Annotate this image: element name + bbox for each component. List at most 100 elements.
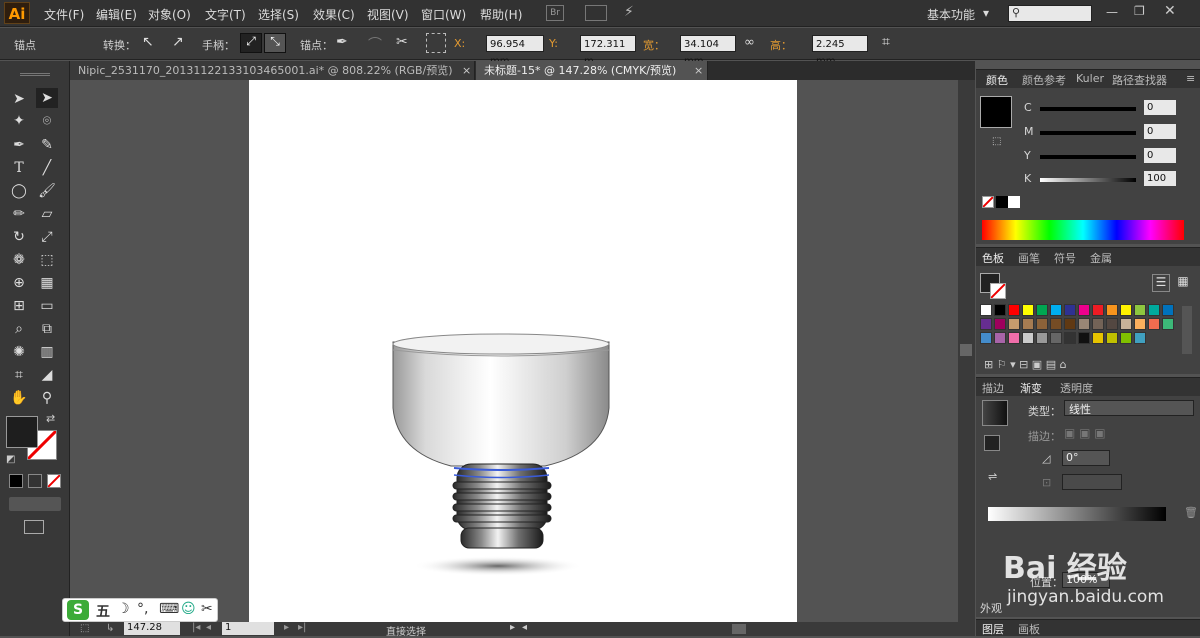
color-swatch[interactable] (1050, 332, 1062, 344)
none-color-icon[interactable] (982, 196, 994, 208)
menu-view[interactable]: 视图(V) (367, 6, 409, 23)
color-swatch[interactable] (1036, 318, 1048, 330)
list-view-icon[interactable]: ☰ (1152, 274, 1170, 292)
tab-gradient[interactable]: 渐变 (1020, 380, 1042, 396)
status-menu-icon[interactable]: ▸ (510, 622, 515, 633)
artboard-tool-icon[interactable]: ⌗ (8, 365, 30, 385)
close-icon[interactable]: ✕ (1164, 3, 1176, 19)
color-swatch[interactable] (1120, 304, 1132, 316)
hand-tool-icon[interactable]: ✋ (8, 388, 30, 408)
color-swatch[interactable] (1064, 304, 1076, 316)
ime-user-icon[interactable]: ☺ (181, 601, 196, 617)
menu-effect[interactable]: 效果(C) (313, 6, 355, 23)
tab-color-guide[interactable]: 颜色参考 (1022, 72, 1066, 88)
line-tool-icon[interactable]: ╱ (36, 158, 58, 178)
bridge-button[interactable]: Br (546, 5, 564, 21)
cut-path-icon[interactable]: ✂ (396, 34, 408, 50)
color-swatch[interactable] (1134, 318, 1146, 330)
slider-k[interactable] (1040, 178, 1136, 182)
color-swatch[interactable] (980, 332, 992, 344)
color-swatch[interactable] (1148, 318, 1160, 330)
show-handles-icon[interactable]: ⤢ (240, 33, 262, 53)
mesh-tool-icon[interactable]: ⊞ (8, 296, 30, 316)
ime-fullwidth-icon[interactable]: ☽ (117, 601, 130, 617)
zoom-menu-icon[interactable]: ↳ (106, 623, 114, 634)
menu-edit[interactable]: 编辑(E) (96, 6, 137, 23)
symbol-sprayer-tool-icon[interactable]: ✺ (8, 342, 30, 362)
color-swatch[interactable] (980, 304, 992, 316)
first-artboard-icon[interactable]: |◂ (192, 622, 200, 633)
tab-brushes[interactable]: 画笔 (1018, 250, 1040, 266)
eraser-tool-icon[interactable]: ▱ (36, 204, 58, 224)
ime-logo-icon[interactable]: S (67, 600, 89, 620)
color-swatch[interactable] (1036, 304, 1048, 316)
tab-color[interactable]: 颜色 (986, 72, 1008, 88)
rotate-tool-icon[interactable]: ↻ (8, 227, 30, 247)
tab-close-icon[interactable]: × (694, 61, 703, 80)
none-mode-icon[interactable] (47, 474, 61, 488)
height-field[interactable]: 2.245 mm (812, 35, 868, 67)
color-swatch[interactable] (1092, 304, 1104, 316)
blend-tool-icon[interactable]: ⧉ (36, 319, 58, 339)
slider-m[interactable] (1040, 131, 1136, 135)
pencil-tool-icon[interactable]: ✏ (8, 204, 30, 224)
tab-swatches[interactable]: 色板 (982, 250, 1004, 266)
color-swatch[interactable] (1050, 318, 1062, 330)
lamp-socket-artwork[interactable] (249, 80, 797, 622)
prev-artboard-icon[interactable]: ◂ (206, 622, 211, 633)
panel-menu-icon[interactable]: ≡ (1186, 72, 1195, 85)
color-swatch[interactable] (1078, 332, 1090, 344)
color-spectrum[interactable] (982, 220, 1184, 240)
color-swatch[interactable] (1106, 332, 1118, 344)
color-swatch[interactable] (1092, 318, 1104, 330)
channel-y-value[interactable]: 0 (1144, 148, 1176, 163)
tab-close-icon[interactable]: × (462, 61, 471, 80)
color-swatch[interactable] (1106, 318, 1118, 330)
color-swatch[interactable] (1022, 304, 1034, 316)
white-color-icon[interactable] (1008, 196, 1020, 208)
search-input[interactable] (1008, 5, 1092, 22)
menu-window[interactable]: 窗口(W) (421, 6, 466, 23)
color-swatch[interactable] (1022, 318, 1034, 330)
channel-k-value[interactable]: 100 (1144, 171, 1176, 186)
direct-selection-tool-icon[interactable]: ➤ (36, 88, 58, 108)
color-swatch[interactable] (1008, 318, 1020, 330)
gpu-performance-icon[interactable]: ⚡ (624, 4, 644, 22)
ime-settings-icon[interactable]: ✂ (201, 601, 213, 617)
gradient-tool-icon[interactable]: ▭ (36, 296, 58, 316)
color-swatch[interactable] (1064, 332, 1076, 344)
last-artboard-icon[interactable]: ▸| (298, 622, 306, 633)
hide-handles-icon[interactable]: ⤡ (264, 33, 286, 53)
tab-transparency[interactable]: 透明度 (1060, 380, 1093, 396)
minimize-icon[interactable]: — (1106, 5, 1118, 19)
artboard[interactable] (249, 80, 797, 622)
curvature-tool-icon[interactable]: ✎ (36, 135, 58, 155)
color-swatch[interactable] (1162, 318, 1174, 330)
color-swatch[interactable] (1008, 304, 1020, 316)
artboard-number-field[interactable]: 1 (222, 622, 274, 635)
black-color-icon[interactable] (996, 196, 1008, 208)
zoom-tool-icon[interactable]: ⚲ (36, 388, 58, 408)
color-swatch[interactable] (1036, 332, 1048, 344)
vertical-scrollbar[interactable] (958, 80, 975, 622)
screen-mode-icon[interactable] (24, 520, 44, 534)
workspace-switcher[interactable]: 基本功能 (927, 6, 975, 23)
ime-keyboard-icon[interactable]: ⌨ (159, 601, 179, 617)
color-swatch[interactable] (1106, 304, 1118, 316)
eyedropper-tool-icon[interactable]: ⌕ (8, 319, 30, 339)
menu-object[interactable]: 对象(O) (148, 6, 191, 23)
color-swatch[interactable] (1078, 304, 1090, 316)
color-swatch[interactable] (994, 332, 1006, 344)
slider-y[interactable] (1040, 155, 1136, 159)
free-transform-tool-icon[interactable]: ⬚ (36, 250, 58, 270)
ime-mode-label[interactable]: 五 (96, 601, 110, 621)
color-swatch[interactable] (980, 318, 992, 330)
toolbar-grip[interactable] (20, 73, 50, 76)
angle-field[interactable]: 0° (1062, 450, 1110, 466)
warp-tool-icon[interactable]: ❁ (8, 250, 30, 270)
swatch-library-icon[interactable]: ⊞ ⚐ ▾ ⊟ ▣ ▤ ⌂ (984, 358, 1067, 371)
swatch-scrollbar[interactable] (1182, 306, 1192, 354)
selection-tool-icon[interactable]: ➤ (8, 89, 30, 109)
scale-tool-icon[interactable]: ⤢ (36, 227, 58, 247)
tab-symbols[interactable]: 符号 (1054, 250, 1076, 266)
